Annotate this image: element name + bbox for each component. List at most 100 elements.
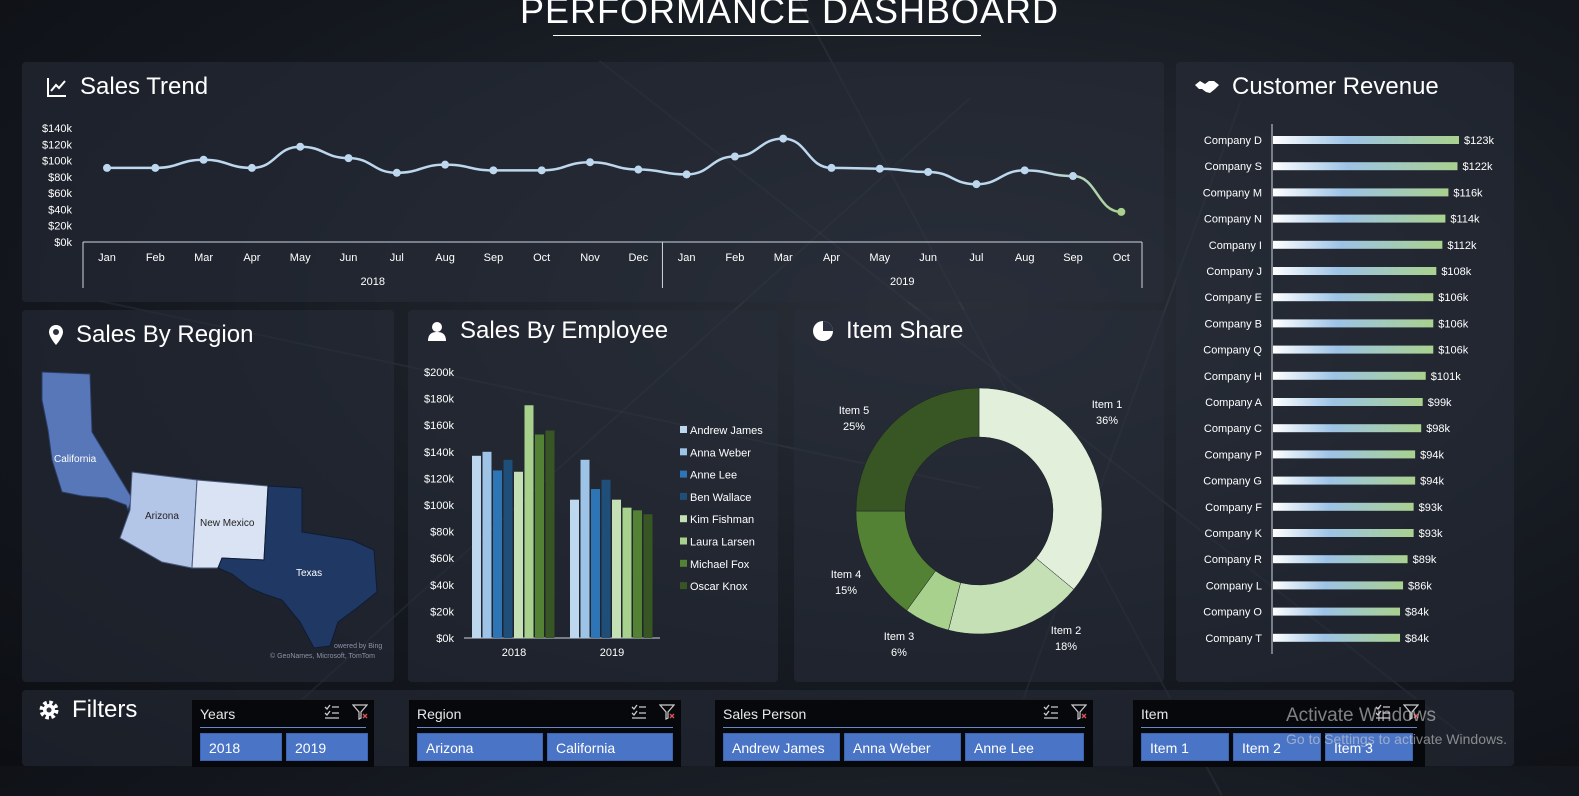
item-share-label: Item 3 xyxy=(884,631,915,643)
trend-x-tick: May xyxy=(290,252,311,264)
revenue-bar xyxy=(1273,502,1414,511)
clear-filter-icon[interactable] xyxy=(352,704,368,720)
employee-legend-label: Michael Fox xyxy=(690,559,750,571)
revenue-bar xyxy=(1273,240,1443,249)
item-share-label: Item 5 xyxy=(839,405,870,417)
slicer-item-2019[interactable]: 2019 xyxy=(286,733,368,761)
slicer-region-toolbar xyxy=(631,704,675,720)
slicer-sales-person-title: Sales Person xyxy=(723,706,807,722)
trend-point xyxy=(344,154,353,163)
trend-point xyxy=(1020,166,1029,175)
trend-point xyxy=(779,134,788,143)
revenue-bar xyxy=(1273,633,1401,642)
trend-x-tick: Jan xyxy=(98,252,116,264)
revenue-bar xyxy=(1273,136,1459,144)
revenue-bar xyxy=(1273,188,1449,197)
revenue-category-label: Company B xyxy=(1205,318,1262,330)
sales-by-region-label: Sales By Region xyxy=(76,321,254,348)
revenue-category-label: Company F xyxy=(1205,502,1262,514)
revenue-value-label: $123k xyxy=(1464,135,1494,147)
employee-legend-label: Ben Wallace xyxy=(690,492,751,504)
trend-y-tick: $140k xyxy=(42,123,72,135)
slicer-item-item-1[interactable]: Item 1 xyxy=(1141,733,1229,761)
employee-legend-swatch xyxy=(680,448,687,456)
multi-select-icon[interactable] xyxy=(324,704,340,720)
trend-y-tick: $60k xyxy=(48,188,72,200)
multi-select-icon[interactable] xyxy=(631,704,647,720)
employee-y-tick: $0k xyxy=(436,633,454,645)
revenue-value-label: $122k xyxy=(1462,161,1492,173)
revenue-category-label: Company M xyxy=(1203,187,1262,199)
employee-y-tick: $200k xyxy=(424,367,454,379)
employee-y-tick: $40k xyxy=(430,580,454,592)
activate-windows-title: Activate Windows xyxy=(1286,705,1436,726)
revenue-value-label: $84k xyxy=(1405,607,1429,619)
employee-legend-label: Kim Fishman xyxy=(690,514,754,526)
employee-bar xyxy=(570,499,579,638)
revenue-value-label: $106k xyxy=(1438,318,1468,330)
revenue-value-label: $86k xyxy=(1408,580,1432,592)
slicer-item-arizona[interactable]: Arizona xyxy=(417,733,543,761)
employee-bar xyxy=(482,451,492,638)
slicer-item-anne-lee[interactable]: Anne Lee xyxy=(965,733,1084,761)
trend-point xyxy=(634,165,643,174)
revenue-bar xyxy=(1273,555,1408,564)
employee-bar xyxy=(643,514,653,638)
slicer-item-anna-weber[interactable]: Anna Weber xyxy=(844,733,961,761)
employee-y-tick: $100k xyxy=(424,500,454,512)
employee-legend-swatch xyxy=(680,426,687,433)
revenue-bar xyxy=(1273,450,1416,459)
slicer-item-2018[interactable]: 2018 xyxy=(200,733,282,761)
employee-bar xyxy=(601,479,611,638)
multi-select-icon[interactable] xyxy=(1043,704,1059,720)
map-attribution-2: © GeoNames, Microsoft, TomTom xyxy=(270,652,375,660)
sales-by-employee-chart: $0k $20k $40k $60k $80k $100k $120k $140k $160k $… xyxy=(424,367,763,659)
clear-filter-icon[interactable] xyxy=(1071,704,1087,720)
trend-y-tick: $20k xyxy=(48,221,72,233)
item-share-percent: 15% xyxy=(835,585,857,597)
trend-line xyxy=(106,137,1122,214)
page-title: PERFORMANCE DASHBOARD xyxy=(519,0,1060,31)
revenue-category-label: Company N xyxy=(1204,214,1262,226)
trend-x-tick: Jun xyxy=(919,252,937,264)
item-share-label: Item 4 xyxy=(831,569,862,581)
trend-x-tick: Apr xyxy=(243,252,260,264)
trend-x-tick: Mar xyxy=(774,252,793,264)
customer-revenue-title: Customer Revenue xyxy=(1194,73,1439,101)
trend-point xyxy=(296,142,305,151)
revenue-category-label: Company S xyxy=(1205,161,1262,173)
clear-filter-icon[interactable] xyxy=(659,704,675,720)
item-share-slice xyxy=(978,387,1103,590)
trend-point xyxy=(730,152,739,161)
revenue-value-label: $98k xyxy=(1426,423,1450,435)
employee-bar xyxy=(591,489,600,638)
trend-x-tick: Dec xyxy=(629,252,649,264)
customer-revenue-label: Customer Revenue xyxy=(1232,73,1439,100)
employee-bar xyxy=(535,434,544,638)
revenue-value-label: $108k xyxy=(1441,266,1471,278)
trend-x-tick: Nov xyxy=(580,252,600,264)
employee-legend-swatch xyxy=(680,515,687,523)
handshake-icon xyxy=(1195,81,1219,93)
filters-label: Filters xyxy=(72,696,138,723)
trend-year-label: 2019 xyxy=(890,276,914,288)
revenue-bar xyxy=(1273,214,1446,223)
slicer-item-california[interactable]: California xyxy=(547,733,673,761)
pie-chart-icon xyxy=(813,321,833,341)
slicer-item-andrew-james[interactable]: Andrew James xyxy=(723,733,840,761)
map-label-new-mexico: New Mexico xyxy=(200,518,255,529)
trend-point xyxy=(1069,172,1077,181)
trend-x-tick: Jul xyxy=(969,252,983,264)
revenue-category-label: Company K xyxy=(1205,528,1263,540)
employee-legend-swatch xyxy=(680,537,687,545)
map-state-california[interactable] xyxy=(41,371,133,512)
item-share-label: Item 2 xyxy=(1051,625,1082,637)
slicer-years-toolbar xyxy=(324,704,368,720)
revenue-bar xyxy=(1273,319,1434,328)
trend-x-tick: Oct xyxy=(1113,252,1130,264)
revenue-category-label: Company I xyxy=(1209,240,1262,252)
revenue-value-label: $94k xyxy=(1420,449,1444,461)
employee-bar xyxy=(493,470,502,638)
activate-windows-subtitle: Go to Settings to activate Windows. xyxy=(1286,731,1507,747)
trend-point xyxy=(972,180,981,189)
